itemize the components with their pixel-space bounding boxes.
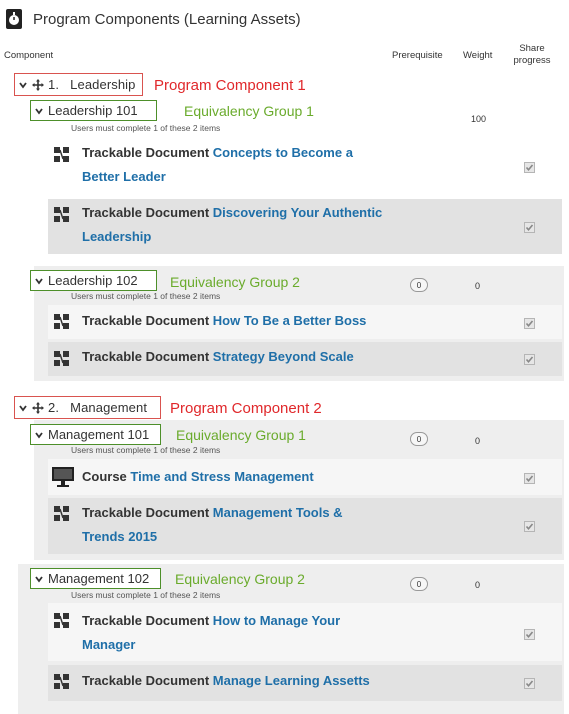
column-header-share-progress: Share progress [513, 43, 551, 66]
trackable-document-icon [54, 314, 69, 329]
equivalency-group-header[interactable]: Leadership 102 [30, 270, 157, 291]
equivalency-group-annotation: Equivalency Group 2 [175, 571, 305, 587]
column-header-weight: Weight [463, 50, 493, 61]
completion-requirement-note: Users must complete 1 of these 2 items [71, 291, 221, 301]
column-header-prerequisite: Prerequisite [392, 50, 443, 61]
checkbox-checked-icon[interactable] [524, 354, 535, 365]
chevron-down-icon[interactable] [34, 430, 44, 440]
equivalency-group-header[interactable]: Management 101 [30, 424, 161, 445]
checkbox-checked-icon[interactable] [524, 162, 535, 173]
trackable-document-icon [54, 674, 69, 689]
asset-title-link[interactable]: Strategy Beyond Scale [213, 349, 354, 364]
learning-asset-row[interactable]: Trackable Document Strategy Beyond Scale [48, 342, 562, 376]
asset-type-label: Trackable Document [82, 145, 210, 160]
monitor-icon [52, 467, 74, 487]
program-component-annotation: Program Component 1 [154, 77, 306, 94]
completion-requirement-note: Users must complete 1 of these 2 items [71, 445, 221, 455]
checkbox-checked-icon[interactable] [524, 629, 535, 640]
learning-asset-row[interactable]: Trackable Document Concepts to Become a … [48, 137, 562, 195]
checkbox-checked-icon[interactable] [524, 521, 535, 532]
asset-type-label: Trackable Document [82, 505, 210, 520]
chevron-down-icon[interactable] [34, 276, 44, 286]
checkbox-checked-icon[interactable] [524, 678, 535, 689]
learning-asset-row[interactable]: Trackable Document How To Be a Better Bo… [48, 305, 562, 339]
chevron-down-icon[interactable] [18, 80, 28, 90]
checkbox-checked-icon[interactable] [524, 318, 535, 329]
asset-title-link[interactable]: How To Be a Better Boss [213, 313, 367, 328]
learning-asset-row[interactable]: Trackable Document Manage Learning Asset… [48, 665, 562, 701]
learning-asset-row[interactable]: Trackable Document How to Manage Your Ma… [48, 603, 562, 661]
program-component-label: 2. Management [48, 400, 148, 415]
column-header-component: Component [4, 50, 54, 61]
asset-type-label: Course [82, 469, 127, 484]
weight-value: 0 [475, 580, 481, 590]
weight-value: 0 [475, 436, 481, 446]
program-component-header[interactable]: 1. Leadership [14, 73, 143, 96]
prerequisite-count-badge[interactable]: 0 [410, 432, 428, 446]
asset-title-link[interactable]: Manage Learning Assetts [213, 673, 370, 688]
trackable-document-icon [54, 506, 69, 521]
asset-title-link[interactable]: Time and Stress Management [130, 469, 313, 484]
trackable-document-icon [54, 207, 69, 222]
chevron-down-icon[interactable] [34, 106, 44, 116]
weight-value: 0 [475, 281, 481, 291]
prerequisite-count-badge[interactable]: 0 [410, 577, 428, 591]
learning-asset-row[interactable]: Trackable Document Discovering Your Auth… [48, 199, 562, 254]
asset-type-label: Trackable Document [82, 673, 210, 688]
equivalency-group-label: Management 101 [48, 427, 150, 442]
equivalency-group-header[interactable]: Management 102 [30, 568, 161, 589]
chevron-down-icon[interactable] [34, 574, 44, 584]
move-icon[interactable] [32, 78, 44, 91]
stopwatch-icon [6, 9, 22, 29]
completion-requirement-note: Users must complete 1 of these 2 items [71, 123, 221, 133]
equivalency-group-header[interactable]: Leadership 101 [30, 100, 157, 121]
checkbox-checked-icon[interactable] [524, 222, 535, 233]
completion-requirement-note: Users must complete 1 of these 2 items [71, 590, 221, 600]
asset-type-label: Trackable Document [82, 349, 210, 364]
chevron-down-icon[interactable] [18, 403, 28, 413]
learning-asset-row[interactable]: Trackable Document Management Tools & Tr… [48, 498, 562, 554]
asset-type-label: Trackable Document [82, 313, 210, 328]
trackable-document-icon [54, 351, 69, 366]
prerequisite-count-badge[interactable]: 0 [410, 278, 428, 292]
page-title: Program Components (Learning Assets) [33, 11, 301, 28]
trackable-document-icon [54, 147, 69, 162]
equivalency-group-annotation: Equivalency Group 1 [176, 427, 306, 443]
program-component-header[interactable]: 2. Management [14, 396, 161, 419]
move-icon[interactable] [32, 401, 44, 414]
checkbox-checked-icon[interactable] [524, 473, 535, 484]
learning-asset-row[interactable]: Course Time and Stress Management [48, 459, 562, 495]
weight-value: 100 [471, 114, 487, 124]
program-component-annotation: Program Component 2 [170, 400, 322, 417]
asset-type-label: Trackable Document [82, 613, 210, 628]
equivalency-group-label: Leadership 101 [48, 103, 138, 118]
equivalency-group-label: Management 102 [48, 571, 150, 586]
equivalency-group-annotation: Equivalency Group 2 [170, 274, 300, 290]
equivalency-group-annotation: Equivalency Group 1 [184, 103, 314, 119]
equivalency-group-label: Leadership 102 [48, 273, 138, 288]
program-component-label: 1. Leadership [48, 77, 136, 92]
asset-type-label: Trackable Document [82, 205, 210, 220]
trackable-document-icon [54, 613, 69, 628]
